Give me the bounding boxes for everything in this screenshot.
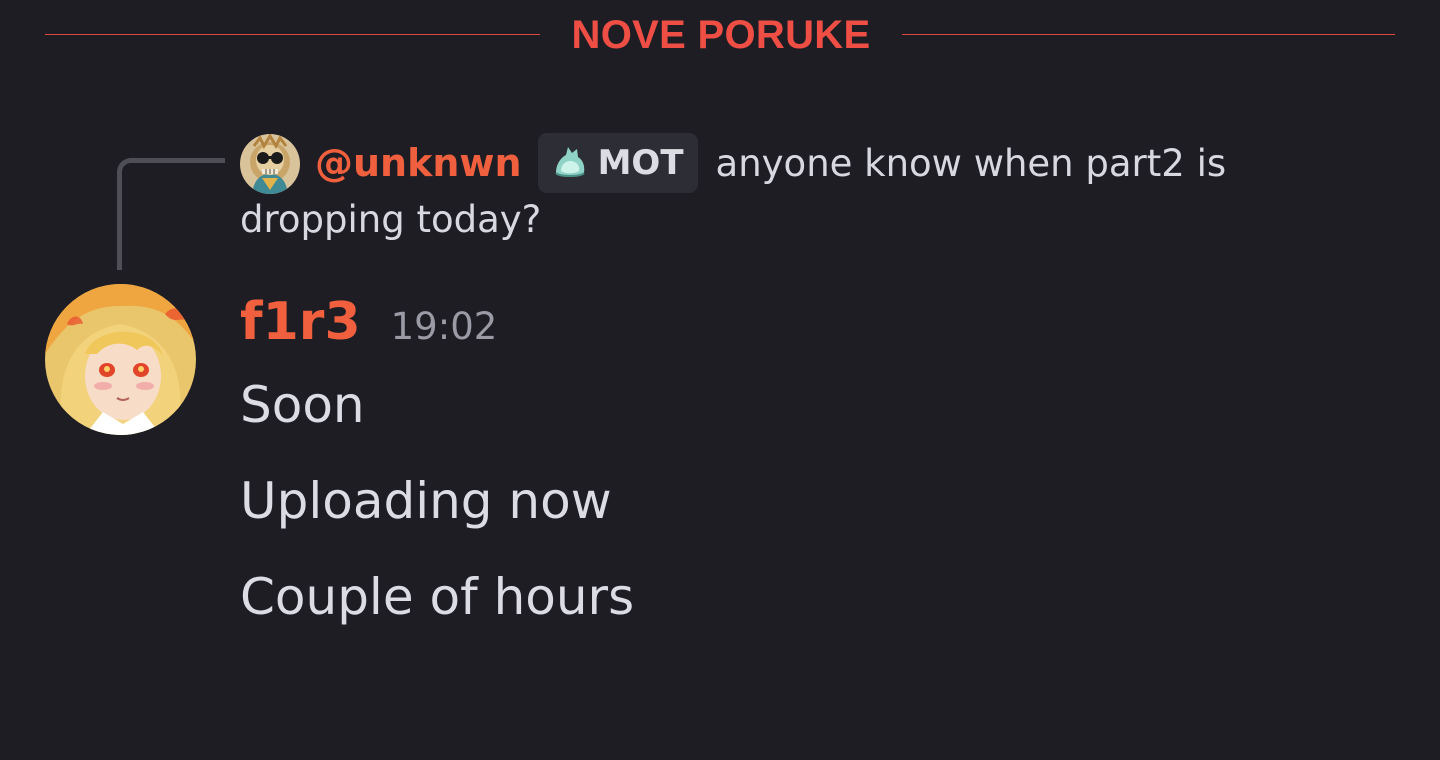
- role-name: MOT: [597, 143, 684, 183]
- author-avatar[interactable]: [45, 284, 196, 435]
- message-timestamp[interactable]: 19:02: [391, 305, 498, 348]
- role-tag[interactable]: MOT: [537, 133, 698, 193]
- message-line: Uploading now: [240, 472, 612, 530]
- divider-line-left: [45, 34, 540, 35]
- anime-girl-avatar-icon: [45, 284, 196, 435]
- author-name[interactable]: f1r3: [240, 292, 361, 352]
- crystal-slime-icon: [554, 147, 585, 177]
- reply-text-line1: anyone know when part2 is: [715, 141, 1227, 185]
- reply-avatar[interactable]: [240, 134, 300, 194]
- new-messages-label: NOVE PORUKE: [571, 13, 871, 57]
- chat-canvas: NOVE PORUKE @unknwn MOT anyone know when…: [0, 0, 1440, 760]
- reply-connector-line: [117, 158, 225, 270]
- message-header: f1r3 19:02: [240, 292, 497, 362]
- reply-header: @unknwn MOT anyone know when part2 is: [315, 132, 1226, 194]
- reply-text-line2: dropping today?: [240, 198, 542, 241]
- divider-line-right: [902, 34, 1395, 35]
- message-line: Couple of hours: [240, 568, 635, 626]
- new-messages-divider: NOVE PORUKE: [45, 12, 1395, 58]
- message-line: Soon: [240, 376, 365, 434]
- reply-username[interactable]: @unknwn: [315, 141, 522, 185]
- skull-avatar-icon: [240, 134, 300, 194]
